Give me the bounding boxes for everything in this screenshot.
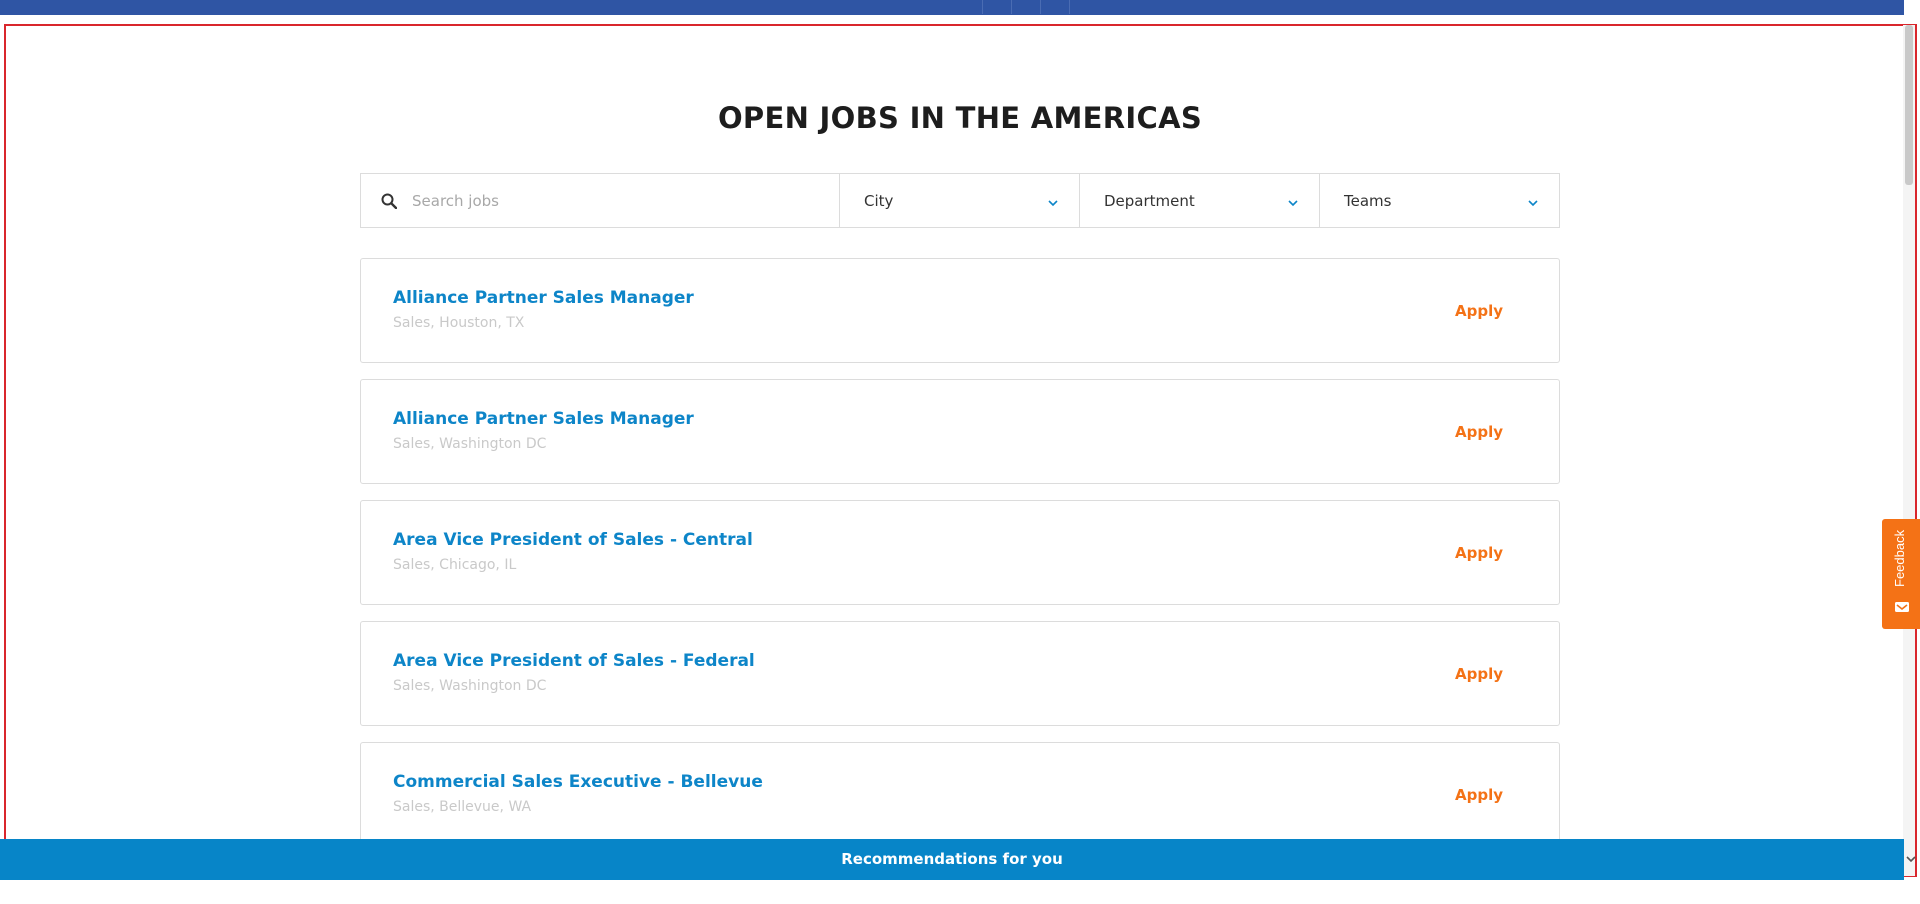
chevron-down-icon [1287, 195, 1299, 207]
top-nav-tab[interactable] [982, 0, 1012, 14]
apply-button[interactable]: Apply [1455, 423, 1503, 441]
job-meta: Sales, Washington DC [393, 436, 547, 452]
chevron-down-icon [1047, 195, 1059, 207]
recommendations-bar[interactable]: Recommendations for you [0, 839, 1904, 880]
job-card: Area Vice President of Sales - Federal S… [360, 621, 1560, 726]
city-select-label: City [864, 191, 894, 210]
chevron-down-icon [1527, 195, 1539, 207]
top-nav-tab[interactable] [1040, 0, 1070, 14]
search-box[interactable] [360, 173, 840, 228]
job-meta: Sales, Bellevue, WA [393, 799, 532, 815]
job-title-link[interactable]: Area Vice President of Sales - Federal [393, 651, 755, 671]
job-card: Alliance Partner Sales Manager Sales, Ho… [360, 258, 1560, 363]
recommendations-label: Recommendations for you [841, 850, 1063, 868]
apply-button[interactable]: Apply [1455, 544, 1503, 562]
apply-button[interactable]: Apply [1455, 786, 1503, 804]
teams-select[interactable]: Teams [1320, 173, 1560, 228]
job-meta: Sales, Chicago, IL [393, 557, 517, 573]
feedback-icon [1894, 599, 1910, 615]
department-select-label: Department [1104, 191, 1195, 210]
job-meta: Sales, Houston, TX [393, 315, 525, 331]
page-title: OPEN JOBS IN THE AMERICAS [717, 101, 1203, 135]
job-title-link[interactable]: Commercial Sales Executive - Bellevue [393, 772, 763, 792]
teams-select-label: Teams [1344, 191, 1392, 210]
feedback-tab[interactable]: Feedback [1882, 519, 1920, 629]
job-meta: Sales, Washington DC [393, 678, 547, 694]
city-select[interactable]: City [840, 173, 1080, 228]
feedback-label: Feedback [1892, 529, 1907, 587]
top-navigation-bar [0, 0, 1904, 15]
job-title-link[interactable]: Alliance Partner Sales Manager [393, 409, 694, 429]
department-select[interactable]: Department [1080, 173, 1320, 228]
chevron-down-icon[interactable] [1905, 852, 1917, 864]
job-card: Commercial Sales Executive - Bellevue Sa… [360, 742, 1560, 847]
search-icon [381, 193, 398, 209]
job-title-link[interactable]: Alliance Partner Sales Manager [393, 288, 694, 308]
job-title-link[interactable]: Area Vice President of Sales - Central [393, 530, 753, 550]
job-card: Area Vice President of Sales - Central S… [360, 500, 1560, 605]
job-list: Alliance Partner Sales Manager Sales, Ho… [360, 258, 1560, 863]
job-card: Alliance Partner Sales Manager Sales, Wa… [360, 379, 1560, 484]
job-filters: City Department Teams [360, 173, 1560, 228]
apply-button[interactable]: Apply [1455, 665, 1503, 683]
search-input[interactable] [410, 190, 814, 211]
apply-button[interactable]: Apply [1455, 302, 1503, 320]
